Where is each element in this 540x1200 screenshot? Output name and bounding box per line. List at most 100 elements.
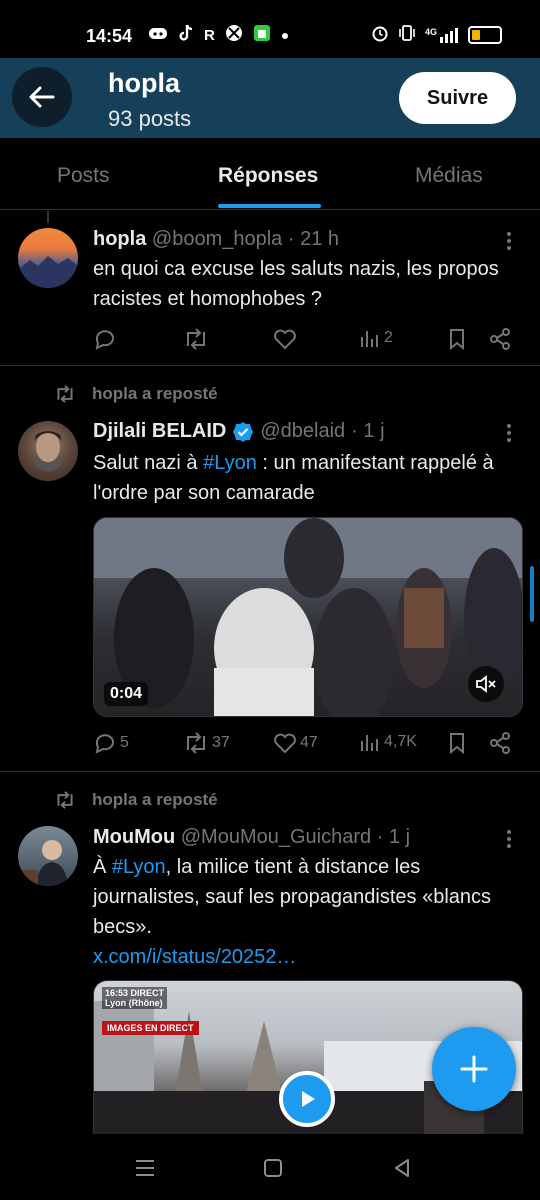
- battery-icon: [468, 25, 502, 44]
- home-square-icon: [264, 1159, 282, 1177]
- author-name[interactable]: hopla: [93, 228, 146, 250]
- bookmark-button[interactable]: [447, 328, 467, 350]
- post-repost[interactable]: hopla a reposté Djilali BELAID @dbelaid …: [0, 366, 540, 772]
- views-count: 2: [384, 329, 393, 346]
- repost-icon: [57, 385, 73, 403]
- person-avatar-icon: [34, 431, 62, 471]
- author-handle[interactable]: @boom_hopla: [152, 228, 282, 250]
- system-navigation-bar: [0, 1134, 540, 1200]
- heart-icon: [274, 329, 296, 350]
- plus-icon: [460, 1055, 488, 1083]
- author-handle[interactable]: @MouMou_Guichard: [181, 826, 371, 848]
- back-button[interactable]: [12, 67, 72, 127]
- reply-icon: [95, 734, 114, 754]
- profile-tabs: Posts Réponses Médias: [0, 138, 540, 210]
- discord-icon: [148, 25, 168, 45]
- play-button[interactable]: [279, 1071, 335, 1127]
- like-count: 47: [300, 734, 318, 751]
- text-part: Salut nazi à: [93, 452, 204, 474]
- repost-indicator: hopla a reposté: [54, 384, 218, 404]
- status-link[interactable]: x.com/i/status/20252…: [93, 946, 296, 968]
- author-name[interactable]: MouMou: [93, 826, 175, 848]
- vibrate-icon: [397, 24, 417, 45]
- thread-line: [47, 211, 49, 223]
- alarm-icon: [371, 24, 389, 45]
- avatar[interactable]: [18, 228, 78, 288]
- author-handle[interactable]: @dbelaid: [260, 420, 345, 443]
- post-actions: 2: [93, 328, 513, 354]
- repost-button[interactable]: 37: [183, 732, 230, 754]
- repost-button[interactable]: [183, 328, 209, 350]
- live-label: IMAGES EN DIRECT: [102, 1021, 199, 1035]
- recent-apps-button[interactable]: [133, 1156, 157, 1180]
- views-icon: [361, 331, 378, 347]
- bookmark-icon: [450, 733, 464, 754]
- bookmark-button[interactable]: [447, 732, 467, 754]
- reply-button[interactable]: 5: [93, 732, 129, 754]
- person-avatar-icon: [20, 840, 68, 886]
- post-time: · 1 j: [376, 826, 411, 848]
- post-text: À #Lyon, la milice tient à distance les …: [93, 852, 513, 972]
- repost-label: hopla a reposté: [92, 790, 218, 809]
- post-time: · 21 h: [287, 228, 340, 250]
- video-player[interactable]: 0:04: [93, 517, 523, 717]
- reply-button[interactable]: [93, 328, 117, 350]
- share-button[interactable]: [489, 328, 511, 350]
- avatar[interactable]: [18, 421, 78, 481]
- author-name[interactable]: Djilali BELAID: [93, 420, 226, 443]
- menu-icon: [136, 1160, 154, 1176]
- share-icon: [490, 328, 510, 350]
- app-icon: [253, 24, 271, 46]
- views-button[interactable]: 4,7K: [359, 732, 417, 752]
- r-icon: R: [204, 26, 215, 44]
- hashtag-link[interactable]: #Lyon: [203, 452, 257, 474]
- tab-media[interactable]: Médias: [415, 164, 483, 188]
- status-bar: 14:54 R 4G: [0, 0, 540, 58]
- back-triangle-icon: [395, 1159, 409, 1177]
- xbox-icon: [225, 24, 243, 46]
- play-icon: [302, 1091, 315, 1107]
- dot-icon: [281, 27, 289, 44]
- scrollbar[interactable]: [530, 566, 534, 622]
- avatar[interactable]: [18, 826, 78, 886]
- like-button[interactable]: [273, 328, 297, 350]
- views-button[interactable]: 2: [359, 328, 393, 348]
- bookmark-icon: [450, 329, 464, 350]
- views-icon: [361, 735, 378, 751]
- follow-button[interactable]: Suivre: [399, 72, 516, 124]
- share-button[interactable]: [489, 732, 511, 754]
- heart-icon: [274, 733, 296, 754]
- repost-icon: [187, 328, 205, 350]
- tab-posts[interactable]: Posts: [57, 164, 110, 188]
- back-nav-button[interactable]: [390, 1156, 414, 1180]
- post-text: en quoi ca excuse les saluts nazis, les …: [93, 258, 499, 310]
- views-count: 4,7K: [384, 733, 417, 750]
- author-line: hopla @boom_hopla · 21 h: [93, 228, 339, 251]
- more-options-icon[interactable]: [506, 424, 512, 444]
- mute-button[interactable]: [468, 666, 504, 702]
- compose-button[interactable]: [432, 1027, 516, 1111]
- repost-indicator: hopla a reposté: [54, 790, 218, 810]
- hashtag-link[interactable]: #Lyon: [112, 856, 166, 878]
- volume-muted-icon: [476, 675, 496, 693]
- video-duration: 0:04: [104, 682, 149, 706]
- arrow-left-icon: [29, 86, 55, 108]
- like-button[interactable]: 47: [273, 732, 318, 754]
- mountain-avatar-icon: [18, 256, 78, 288]
- tab-replies[interactable]: Réponses: [218, 164, 318, 188]
- repost-icon: [57, 791, 73, 809]
- post-text: Salut nazi à #Lyon : un manifestant rapp…: [93, 448, 513, 508]
- post-reply[interactable]: hopla @boom_hopla · 21 h en quoi ca excu…: [0, 211, 540, 366]
- home-button[interactable]: [261, 1156, 285, 1180]
- author-line: Djilali BELAID @dbelaid · 1 j: [93, 420, 385, 443]
- reply-icon: [95, 330, 114, 350]
- verified-badge-icon: [233, 421, 254, 442]
- more-options-icon[interactable]: [506, 232, 512, 252]
- tiktok-icon: [178, 24, 194, 46]
- system-icons: 4G: [371, 24, 502, 45]
- author-line: MouMou @MouMou_Guichard · 1 j: [93, 826, 410, 849]
- post-time: · 1 j: [351, 420, 385, 442]
- profile-header: hopla 93 posts Suivre: [0, 58, 540, 138]
- share-icon: [490, 732, 510, 754]
- more-options-icon[interactable]: [506, 830, 512, 850]
